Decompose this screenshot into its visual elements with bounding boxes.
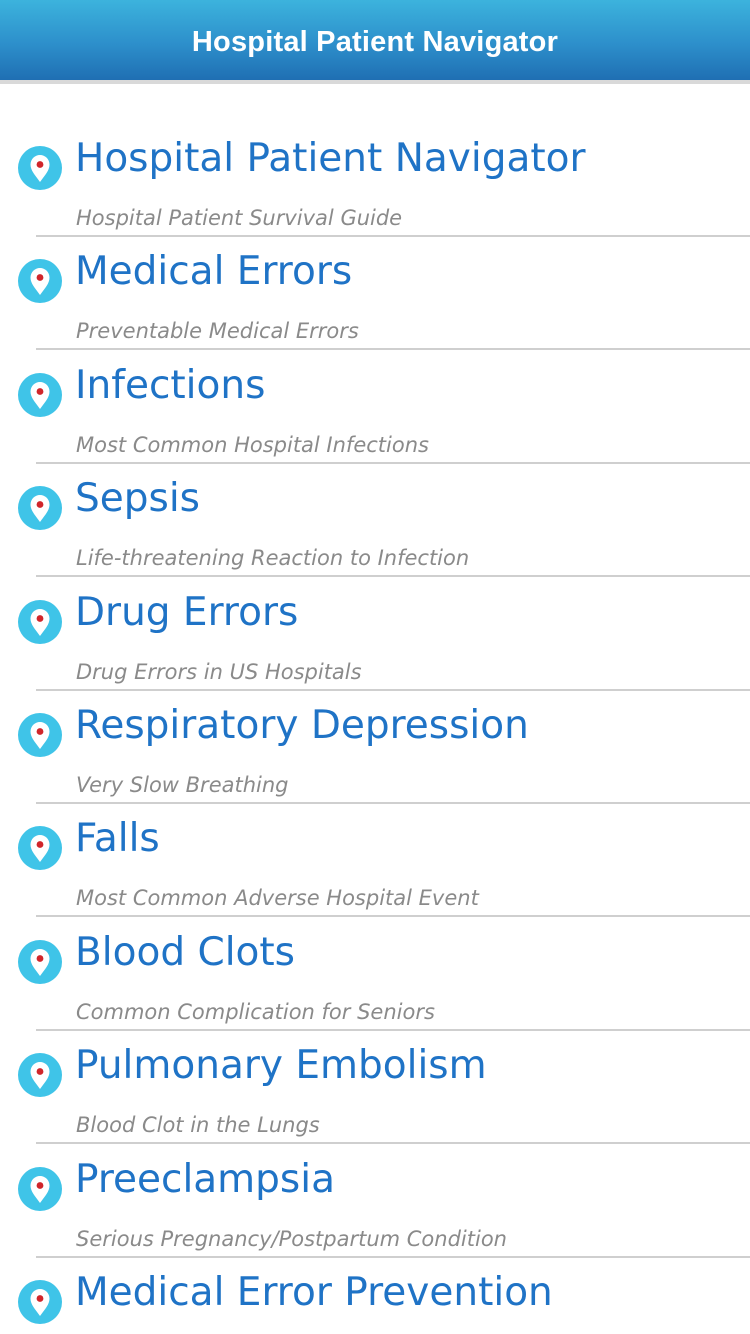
location-pin-icon — [17, 825, 63, 871]
list-item-title: Respiratory Depression — [75, 703, 529, 748]
list-item[interactable]: Medical Errors Preventable Medical Errors — [0, 197, 750, 351]
location-pin-icon — [17, 485, 63, 531]
list-item[interactable]: Sepsis Life-threatening Reaction to Infec… — [0, 424, 750, 578]
location-pin-icon — [17, 145, 63, 191]
list-item-title: Infections — [75, 362, 266, 408]
list-item[interactable]: Infections Most Common Hospital Infection… — [0, 311, 750, 464]
list-item[interactable]: Blood Clots Common Complication for Senio… — [0, 878, 750, 1031]
list-item[interactable]: Hospital Patient Navigator Hospital Patie… — [0, 84, 750, 237]
list-item-title: Drug Errors — [75, 589, 299, 635]
page-title: Hospital Patient Navigator — [191, 26, 559, 58]
location-pin-icon — [17, 939, 63, 985]
list-item-title: Pulmonary Embolism — [75, 1043, 487, 1089]
location-pin-icon — [17, 599, 63, 645]
location-pin-icon — [17, 1052, 63, 1098]
location-pin-icon — [17, 372, 63, 418]
location-pin-icon — [17, 1279, 63, 1325]
navigation-bar: Hospital Patient Navigator — [0, 0, 750, 84]
list-item[interactable]: Preeclampsia Serious Pregnancy/Postpartum… — [0, 1105, 750, 1258]
list-item-title: Blood Clots — [75, 929, 296, 975]
list-item-title: Sepsis — [75, 476, 200, 522]
list-item-title: Medical Errors — [75, 249, 353, 295]
location-pin-icon — [17, 258, 63, 304]
list-item-title: Medical Error Prevention — [75, 1270, 553, 1315]
list-item[interactable]: Pulmonary Embolism Blood Clot in the Lung… — [0, 991, 750, 1145]
list-item[interactable]: Medical Error Prevention — [0, 1218, 750, 1331]
list-item[interactable]: Respiratory Depression Very Slow Breathin… — [0, 651, 750, 804]
location-pin-icon — [17, 1166, 63, 1212]
location-pin-icon — [17, 712, 63, 758]
list-item[interactable]: Drug Errors Drug Errors in US Hospitals — [0, 538, 750, 691]
list-item[interactable]: Falls Most Common Adverse Hospital Event — [0, 764, 750, 918]
list-item-title: Preeclampsia — [75, 1156, 335, 1202]
list-item-title: Falls — [75, 816, 160, 862]
list-item-title: Hospital Patient Navigator — [75, 136, 586, 181]
